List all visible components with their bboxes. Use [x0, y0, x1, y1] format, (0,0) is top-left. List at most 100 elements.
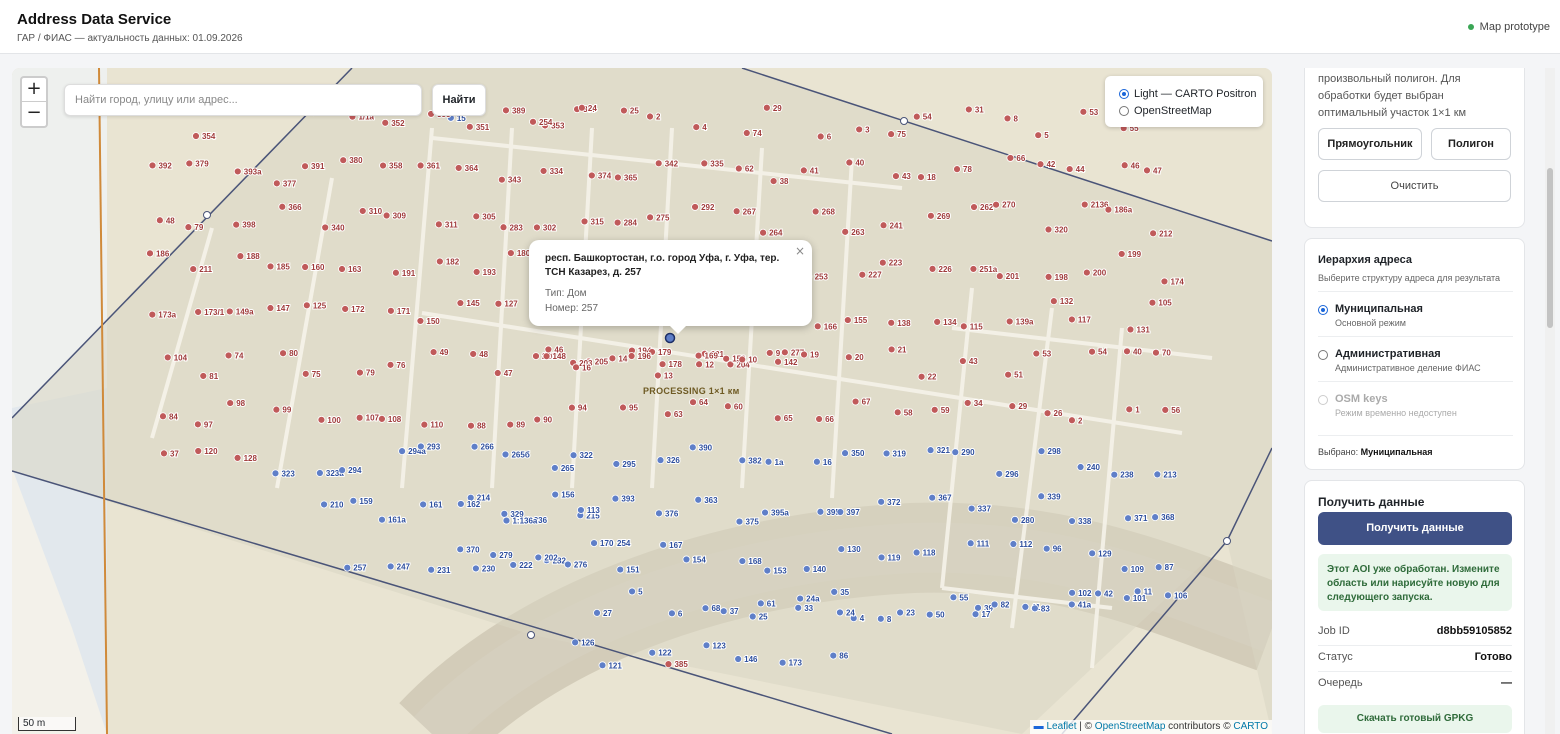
house-marker[interactable]: 343: [497, 175, 523, 186]
house-marker[interactable]: 211: [189, 264, 214, 275]
house-marker[interactable]: 172: [341, 304, 366, 315]
download-gpkg-button[interactable]: Скачать готовый GPKG: [1318, 705, 1512, 733]
house-marker[interactable]: 75: [887, 129, 908, 140]
house-marker[interactable]: 74: [742, 128, 763, 139]
house-marker[interactable]: 12: [695, 359, 716, 370]
house-marker[interactable]: 2: [646, 112, 662, 123]
address-point-marker[interactable]: 170: [590, 538, 615, 549]
house-marker[interactable]: 365: [613, 172, 639, 183]
address-point-marker[interactable]: 167: [659, 540, 684, 551]
address-point-marker[interactable]: 151: [616, 565, 641, 576]
house-marker[interactable]: 19: [800, 350, 820, 361]
address-point-marker[interactable]: 61: [756, 598, 777, 609]
house-marker[interactable]: 160: [301, 262, 326, 273]
address-point-marker[interactable]: 123: [702, 640, 727, 651]
house-marker[interactable]: 199: [1117, 249, 1143, 260]
house-marker[interactable]: 145: [456, 298, 481, 309]
address-point-marker[interactable]: 210: [320, 499, 345, 510]
house-marker[interactable]: 14: [608, 353, 629, 364]
zoom-out-button[interactable]: −: [22, 102, 46, 126]
house-marker[interactable]: 358: [379, 161, 404, 172]
panel-scrollbar[interactable]: [1545, 68, 1555, 734]
house-marker[interactable]: 302: [533, 222, 558, 233]
house-marker[interactable]: 46: [1120, 160, 1141, 171]
house-marker[interactable]: 13: [653, 370, 674, 381]
house-marker[interactable]: 398: [232, 220, 257, 231]
address-point-marker[interactable]: 397: [836, 507, 861, 518]
address-point-marker[interactable]: 82: [990, 599, 1011, 610]
house-marker[interactable]: 377: [272, 178, 298, 189]
address-point-marker[interactable]: 319: [882, 448, 907, 459]
house-marker[interactable]: 134: [933, 317, 958, 328]
house-marker[interactable]: 99: [272, 405, 293, 416]
house-marker[interactable]: 76: [386, 360, 407, 371]
house-marker[interactable]: 120: [194, 446, 219, 457]
house-marker[interactable]: 58: [893, 407, 914, 418]
address-point-marker[interactable]: 247: [386, 561, 412, 572]
house-marker[interactable]: 53: [1032, 349, 1053, 360]
house-marker[interactable]: 115: [959, 321, 984, 332]
address-point-marker[interactable]: 68: [701, 603, 722, 614]
address-point-marker[interactable]: 112: [1009, 539, 1034, 550]
house-marker[interactable]: 41: [799, 165, 820, 176]
house-marker[interactable]: 9: [765, 348, 782, 359]
address-point-marker[interactable]: 375: [735, 517, 760, 528]
house-marker[interactable]: 179: [648, 347, 673, 358]
house-marker[interactable]: 269: [927, 211, 952, 222]
house-marker[interactable]: 391: [301, 161, 326, 172]
address-point-marker[interactable]: 25: [748, 612, 769, 623]
house-marker[interactable]: 79: [356, 368, 376, 379]
address-point-marker[interactable]: 1:136а: [502, 516, 539, 527]
house-marker[interactable]: 127: [494, 299, 519, 310]
house-marker[interactable]: 47: [1143, 165, 1163, 176]
house-marker[interactable]: 193: [472, 267, 498, 278]
house-marker[interactable]: 89: [506, 420, 527, 431]
house-marker[interactable]: 334: [539, 166, 564, 177]
house-marker[interactable]: 125: [302, 300, 328, 311]
house-marker[interactable]: 223: [878, 258, 904, 269]
house-marker[interactable]: 108: [378, 414, 403, 425]
address-point-marker[interactable]: 17: [971, 609, 992, 620]
address-point-marker[interactable]: 86: [829, 651, 850, 662]
house-marker[interactable]: 81: [199, 371, 220, 382]
house-marker[interactable]: 56: [1161, 405, 1182, 416]
house-marker[interactable]: 67: [851, 397, 872, 408]
house-marker[interactable]: 309: [382, 211, 407, 222]
house-marker[interactable]: 95: [619, 403, 639, 414]
house-marker[interactable]: 142: [774, 357, 799, 368]
address-point-marker[interactable]: 83: [1031, 603, 1051, 614]
house-marker[interactable]: 38: [769, 176, 790, 187]
house-marker[interactable]: 24: [577, 103, 598, 114]
house-marker[interactable]: 88: [467, 421, 487, 432]
house-marker[interactable]: 351: [465, 122, 491, 133]
house-marker[interactable]: 43: [958, 356, 979, 367]
house-marker[interactable]: 3: [855, 124, 871, 135]
house-marker[interactable]: 254: [529, 117, 554, 128]
house-marker[interactable]: 139а: [1005, 316, 1035, 327]
address-point-marker[interactable]: 240: [1076, 462, 1102, 473]
address-point-marker[interactable]: 16: [812, 457, 833, 468]
house-marker[interactable]: 340: [321, 222, 346, 233]
house-marker[interactable]: 379: [185, 158, 210, 169]
house-marker[interactable]: 385: [664, 659, 689, 670]
address-point-marker[interactable]: 24: [836, 607, 856, 618]
house-marker[interactable]: 47: [493, 368, 514, 379]
address-point-marker[interactable]: 231: [427, 565, 452, 576]
house-marker[interactable]: 163: [338, 264, 363, 275]
house-marker[interactable]: 70: [1152, 348, 1172, 359]
house-marker[interactable]: 79: [184, 222, 205, 233]
house-marker[interactable]: 29: [1008, 401, 1029, 412]
house-marker[interactable]: 150: [416, 316, 441, 327]
address-point-marker[interactable]: 323: [271, 468, 296, 479]
osm-link[interactable]: OpenStreetMap: [1095, 721, 1166, 732]
house-marker[interactable]: 80: [279, 348, 300, 359]
house-marker[interactable]: 48: [469, 349, 490, 360]
layer-option-carto[interactable]: Light — CARTO Positron: [1119, 85, 1263, 102]
address-point-marker[interactable]: 168: [738, 556, 763, 567]
address-point-marker[interactable]: 154: [682, 554, 707, 565]
house-marker[interactable]: 392: [148, 160, 173, 171]
house-marker[interactable]: 26: [1043, 408, 1064, 419]
house-marker[interactable]: 262: [970, 202, 995, 213]
house-marker[interactable]: 20: [844, 352, 865, 363]
house-marker[interactable]: 191: [392, 268, 417, 279]
